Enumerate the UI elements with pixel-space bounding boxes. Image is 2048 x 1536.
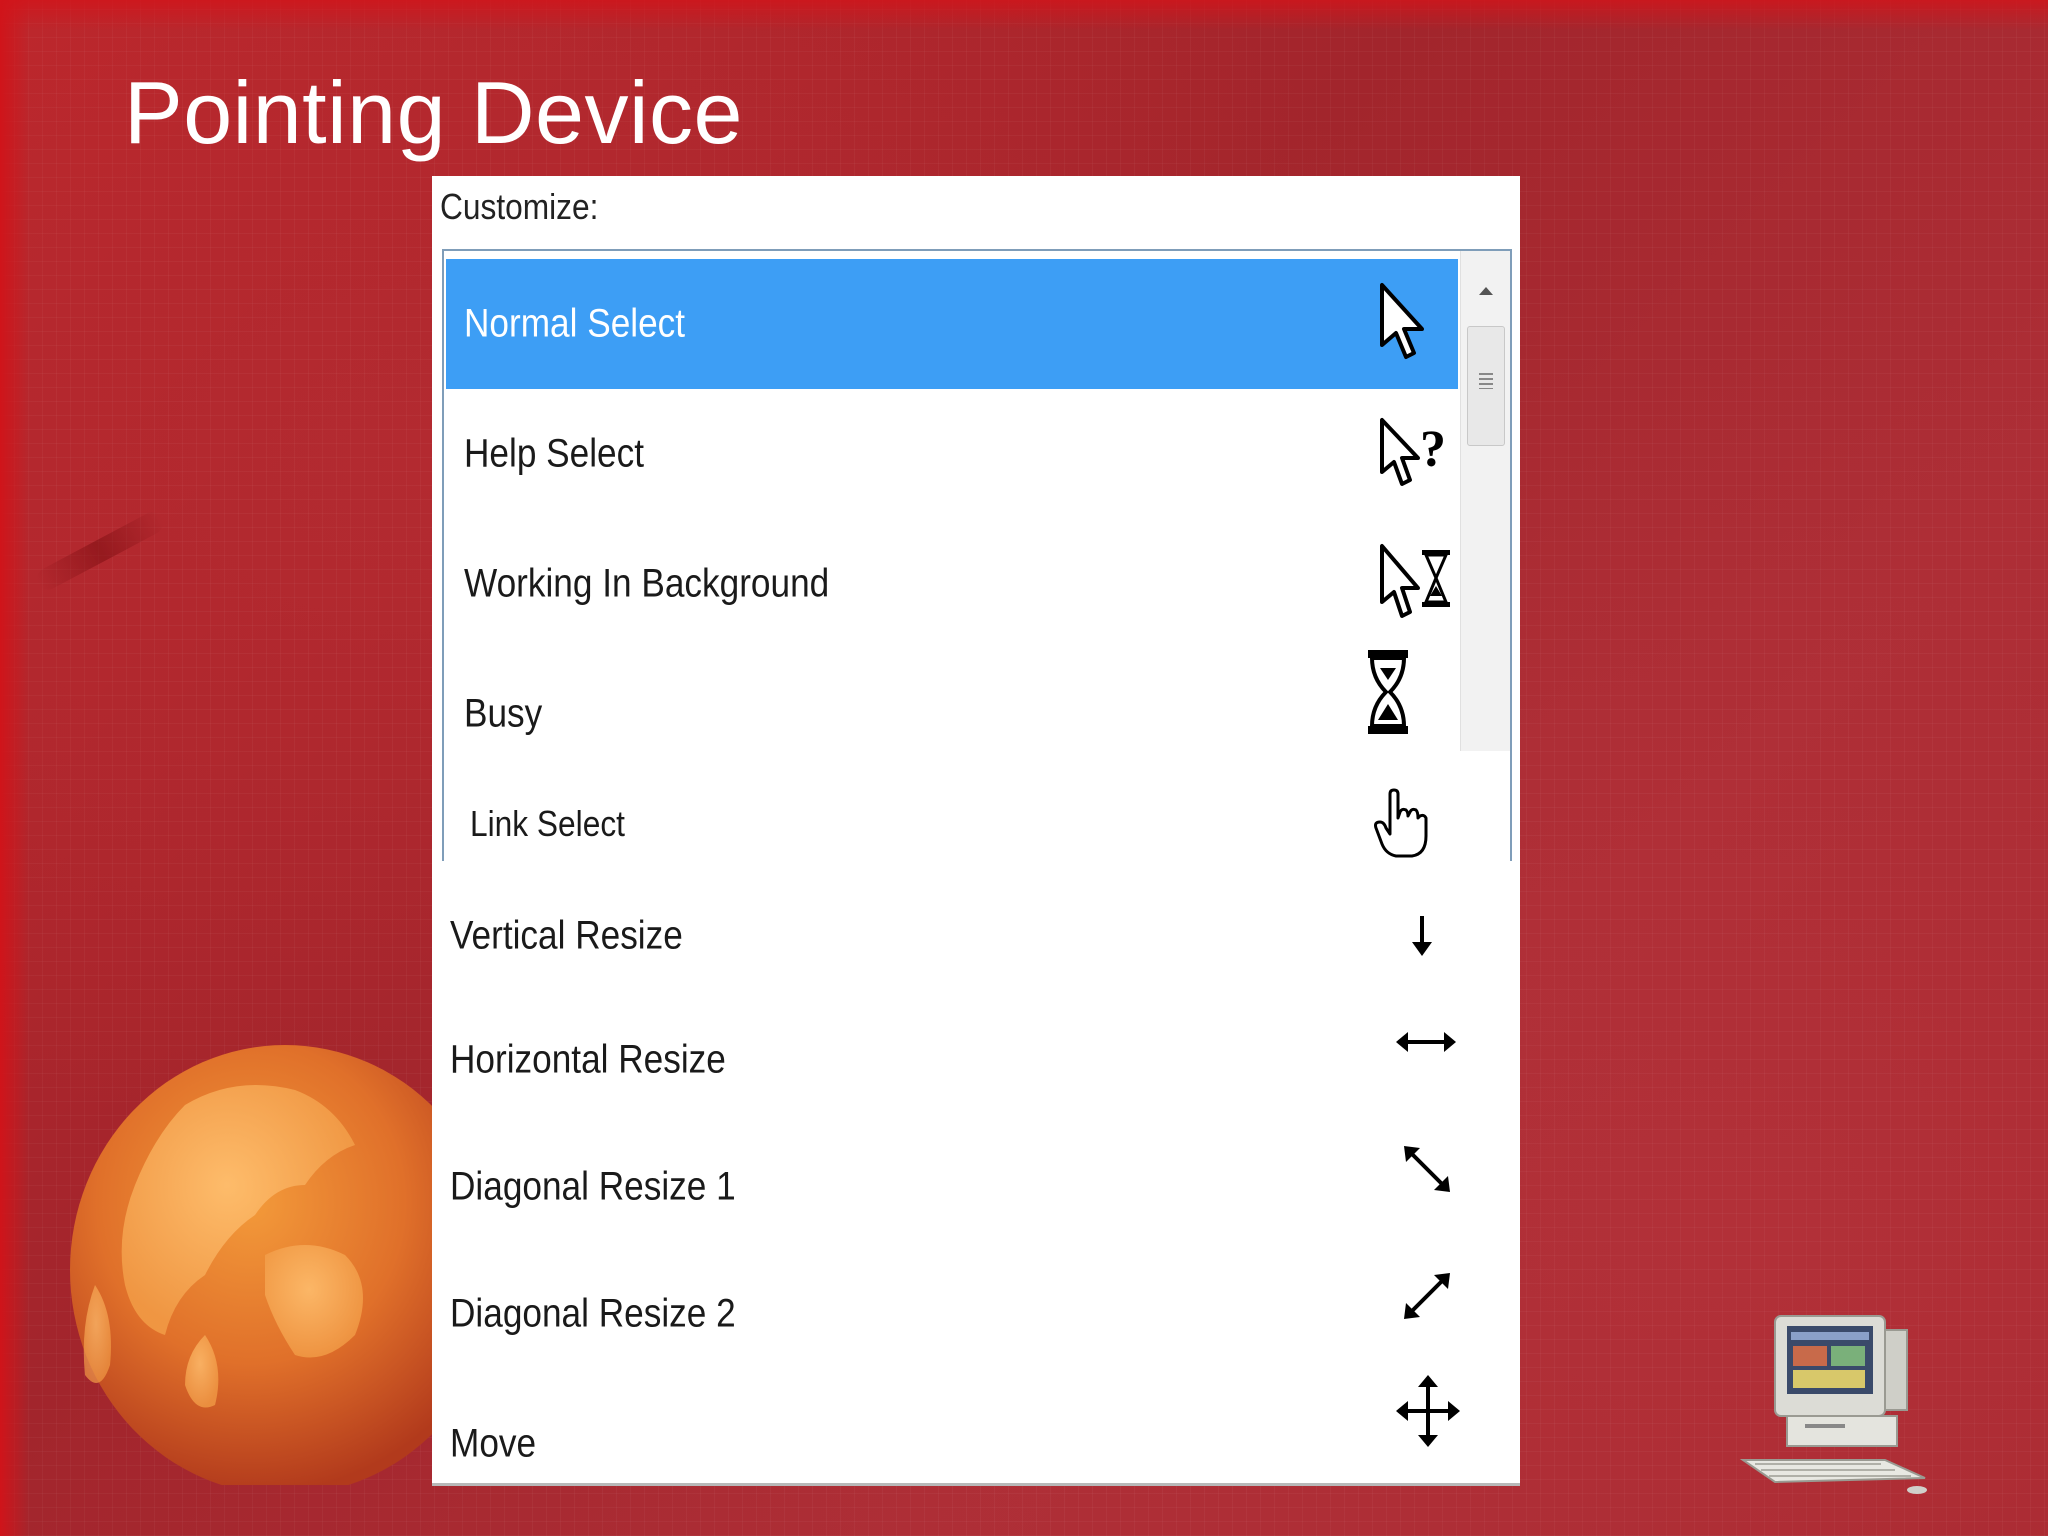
horizontal-resize-icon xyxy=(1396,1031,1456,1052)
move-icon xyxy=(1396,1375,1460,1447)
list-item-move[interactable]: Move xyxy=(432,1375,1492,1486)
svg-text:?: ? xyxy=(1420,421,1446,478)
list-item-label: Working In Background xyxy=(464,561,830,606)
list-item-diagonal-resize-1[interactable]: Diagonal Resize 1 xyxy=(432,1123,1492,1250)
hourglass-icon xyxy=(1368,650,1408,734)
hand-cursor-icon xyxy=(1374,788,1428,857)
list-item-label: Normal Select xyxy=(464,301,686,346)
arrow-cursor-icon xyxy=(1380,283,1424,359)
list-item-label: Move xyxy=(450,1421,537,1466)
list-item-vertical-resize[interactable]: Vertical Resize xyxy=(432,876,1492,996)
list-item-label: Link Select xyxy=(470,802,625,844)
background-left-edge xyxy=(0,0,30,1536)
list-item-diagonal-resize-2[interactable]: Diagonal Resize 2 xyxy=(432,1250,1492,1377)
help-cursor-icon: ? xyxy=(1380,418,1446,486)
globe-icon xyxy=(70,1045,450,1485)
list-item-horizontal-resize[interactable]: Horizontal Resize xyxy=(432,996,1492,1123)
scroll-thumb[interactable] xyxy=(1467,326,1505,446)
list-item-busy[interactable]: Busy xyxy=(446,649,1458,779)
background-streak xyxy=(33,508,167,594)
list-item-label: Busy xyxy=(464,691,543,736)
list-item-working-in-background[interactable]: Working In Background xyxy=(446,519,1458,649)
computer-icon xyxy=(1739,1315,1927,1494)
background-top-edge xyxy=(0,0,2048,30)
list-item-normal-select[interactable]: Normal Select xyxy=(446,259,1458,389)
scroll-up-button[interactable] xyxy=(1461,251,1511,311)
list-item-label: Diagonal Resize 1 xyxy=(450,1164,736,1208)
diagonal-resize-1-icon xyxy=(1404,1145,1450,1192)
page-title: Pointing Device xyxy=(124,63,743,162)
diagonal-resize-2-icon xyxy=(1404,1272,1450,1319)
list-item-label: Diagonal Resize 2 xyxy=(450,1291,736,1335)
vertical-resize-icon xyxy=(1412,916,1432,956)
list-item-link-select[interactable]: Link Select xyxy=(452,766,1452,881)
list-item-help-select[interactable]: Help Select ? xyxy=(446,389,1458,519)
list-item-label: Horizontal Resize xyxy=(450,1037,726,1081)
customize-label: Customize: xyxy=(440,186,599,227)
pointer-customize-panel: Customize: Normal Select Help Select ? W… xyxy=(432,176,1520,1486)
busy-arrow-cursor-icon xyxy=(1380,544,1450,618)
list-item-label: Help Select xyxy=(464,431,645,476)
list-scrollbar[interactable] xyxy=(1460,251,1510,751)
list-item-label: Vertical Resize xyxy=(450,913,683,958)
